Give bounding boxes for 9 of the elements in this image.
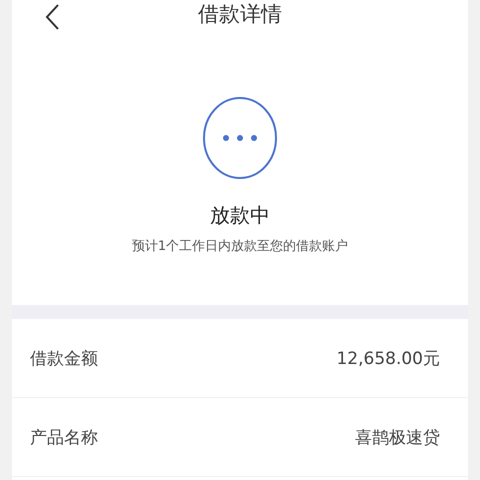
detail-label: 借款金额 <box>30 348 98 370</box>
status-title: 放款中 <box>210 202 270 229</box>
page-title: 借款详情 <box>198 1 282 28</box>
back-icon <box>44 3 60 31</box>
detail-value: 12,658.00元 <box>336 348 440 370</box>
status-subtitle: 预计1个工作日内放款至您的借款账户 <box>132 238 348 255</box>
detail-value: 喜鹊极速贷 <box>355 426 440 448</box>
detail-label: 产品名称 <box>30 426 98 448</box>
pending-icon <box>202 96 278 180</box>
